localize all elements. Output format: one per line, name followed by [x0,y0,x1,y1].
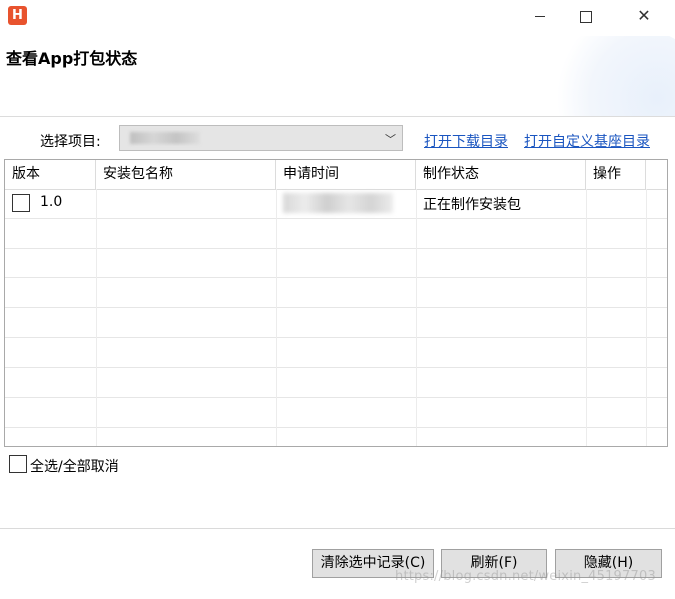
row-divider [5,248,667,249]
minimize-icon [535,16,545,17]
select-all-checkbox[interactable] [9,455,27,473]
row-divider [5,427,667,428]
packages-table: 版本 安装包名称 申请时间 制作状态 操作 1.0 正在制作安装包 [4,159,668,447]
dialog-header: 查看App打包状态 [0,36,675,117]
row-divider [5,307,667,308]
title-bar: H ✕ [0,0,675,36]
row-divider [5,277,667,278]
column-header-request-time[interactable]: 申请时间 [276,160,416,189]
select-all-label[interactable]: 全选/全部取消 [30,456,119,476]
column-divider [646,189,647,446]
column-header-status[interactable]: 制作状态 [416,160,586,189]
open-custom-base-folder-link[interactable]: 打开自定义基座目录 [524,131,650,151]
row-divider [5,367,667,368]
footer-divider [0,528,675,529]
column-divider [416,189,417,446]
column-header-actions[interactable]: 操作 [586,160,646,189]
minimize-button[interactable] [517,0,563,32]
project-name-redacted [130,132,200,144]
maximize-icon [580,10,592,23]
row-version: 1.0 [40,194,63,210]
open-download-folder-link[interactable]: 打开下载目录 [424,131,508,151]
page-title: 查看App打包状态 [6,49,138,68]
row-checkbox[interactable] [12,194,30,212]
row-divider [5,397,667,398]
row-request-time-redacted [283,193,393,213]
header-divider [5,189,667,190]
project-label: 选择项目: [40,134,101,150]
maximize-button[interactable] [563,0,609,32]
row-status: 正在制作安装包 [423,197,521,213]
column-header-package-name[interactable]: 安装包名称 [96,160,276,189]
column-divider [276,189,277,446]
column-header-version[interactable]: 版本 [5,160,96,189]
column-divider [586,189,587,446]
row-divider [5,337,667,338]
column-divider [96,189,97,446]
project-select[interactable]: ﹀ [119,125,403,151]
row-divider [5,218,667,219]
app-logo-icon: H [8,6,27,25]
header-decoration [545,36,675,116]
chevron-down-icon: ﹀ [385,133,396,146]
close-button[interactable]: ✕ [621,0,667,32]
watermark: https://blog.csdn.net/weixin_45197703 [395,569,656,584]
close-icon: ✕ [637,6,651,25]
